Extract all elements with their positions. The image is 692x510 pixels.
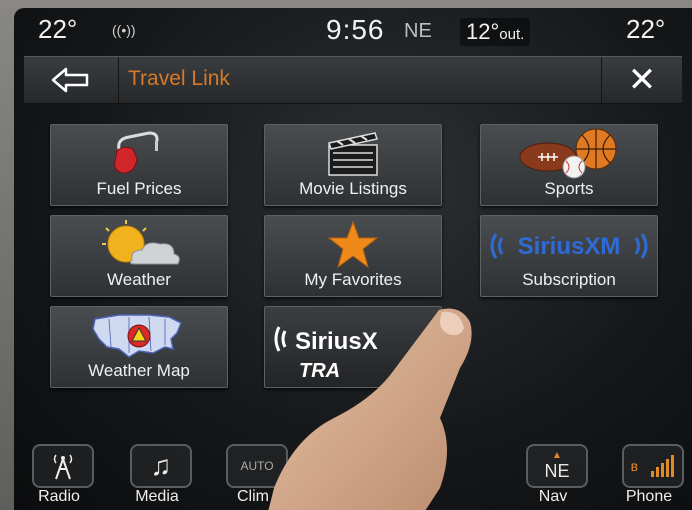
tile-label: Subscription [522, 270, 616, 289]
back-arrow-icon [51, 67, 89, 93]
nav-icon-frame: ▲ NE [526, 444, 588, 488]
clapperboard-icon [328, 132, 378, 176]
siriusxm-logo: SiriusXM [490, 233, 648, 260]
tile-label: Movie Listings [299, 179, 407, 198]
tile-label: My Favorites [304, 270, 402, 289]
tile-label: Sports [544, 179, 594, 198]
tile-sports[interactable]: Sports [480, 124, 658, 206]
signal-bars-icon [651, 455, 675, 477]
tile-subscription[interactable]: SiriusXM Subscription [480, 215, 658, 297]
tile-label: Weather Map [88, 361, 190, 380]
close-icon: ✕ [627, 61, 657, 99]
tile-label: Fuel Prices [96, 179, 182, 198]
radio-tower-icon [53, 454, 73, 480]
music-note-icon: ♫ [150, 450, 172, 481]
media-icon-frame: ♫ [130, 444, 192, 488]
dock-label: Media [135, 488, 179, 505]
dock-label: Nav [538, 488, 568, 505]
outside-temperature: 12°out. [460, 18, 531, 46]
touch-screen: 22° ((•)) 9:56 NE 12°out. 22° Travel Lin… [14, 8, 692, 510]
close-button[interactable]: ✕ [601, 57, 682, 103]
status-bar: 22° ((•)) 9:56 NE 12°out. 22° [14, 8, 692, 52]
sports-balls-icon [519, 128, 617, 179]
siriusxm-logo-text: SiriusXM [518, 233, 621, 260]
outside-temp-value: 12° [466, 19, 500, 44]
signal-icon: ((•)) [112, 22, 136, 38]
fuel-pump-icon [114, 131, 159, 174]
tile-weather[interactable]: Weather [50, 215, 228, 297]
title-bar: Travel Link ✕ [24, 56, 682, 104]
driver-temperature[interactable]: 22° [38, 14, 77, 45]
dock-media-button[interactable]: ♫ Media [122, 436, 192, 510]
pointing-finger [268, 308, 472, 510]
outside-temp-suffix: out. [499, 26, 525, 43]
back-button[interactable] [24, 57, 119, 103]
compass-heading: NE [404, 20, 432, 42]
bluetooth-icon: ʙ [630, 458, 639, 474]
tile-movie-listings[interactable]: Movie Listings [264, 124, 442, 206]
nav-heading-text: NE [544, 460, 570, 481]
phone-icon-frame: ʙ [622, 444, 684, 488]
tile-fuel-prices[interactable]: Fuel Prices [50, 124, 228, 206]
page-title: Travel Link [128, 67, 230, 90]
dock-label: Radio [38, 488, 80, 505]
star-icon [327, 220, 379, 269]
dock-phone-button[interactable]: ʙ Phone [614, 436, 684, 510]
us-map-icon [92, 314, 182, 358]
tile-my-favorites[interactable]: My Favorites [264, 215, 442, 297]
dock-radio-button[interactable]: Radio [24, 436, 94, 510]
north-arrow-icon: ▲ [552, 449, 562, 461]
tile-weather-map[interactable]: Weather Map [50, 306, 228, 388]
clock: 9:56 [326, 14, 385, 45]
passenger-temperature[interactable]: 22° [626, 14, 665, 45]
tile-label: Weather [107, 270, 171, 289]
dock-nav-button[interactable]: ▲ NE Nav [518, 436, 588, 510]
radio-icon-frame [32, 444, 94, 488]
weather-sun-cloud-icon [102, 220, 180, 265]
dock-label: Phone [625, 488, 673, 505]
